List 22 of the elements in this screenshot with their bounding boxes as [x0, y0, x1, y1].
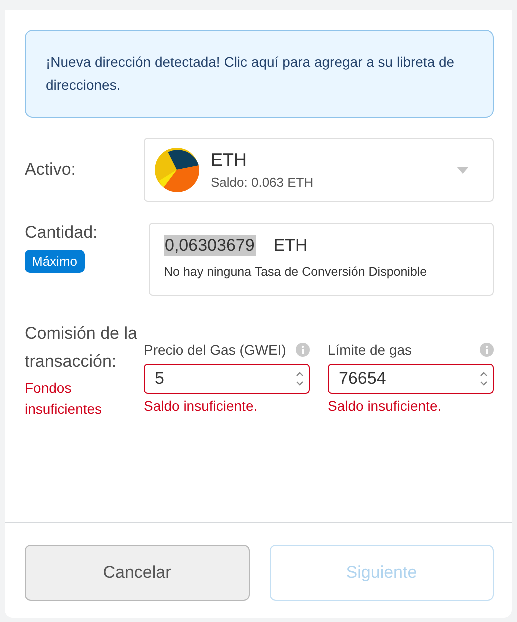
- asset-symbol: ETH: [211, 150, 248, 171]
- gas-label: Límite de gas: [328, 342, 412, 358]
- number-field[interactable]: 76654: [328, 364, 494, 394]
- caret-icon: [457, 166, 469, 174]
- number-field[interactable]: 5: [144, 364, 310, 394]
- fee-label: Comisión de la transacción:: [25, 323, 138, 373]
- error-message: Fondos insuficientes: [25, 379, 104, 419]
- cancel-button[interactable]: Cancelar: [25, 545, 250, 601]
- max-button[interactable]: Máximo: [25, 250, 85, 273]
- gas-label: Precio del Gas (GWEI): [144, 342, 286, 358]
- token-icon: [155, 148, 199, 192]
- error-message: Saldo insuficiente.: [328, 397, 443, 416]
- asset-label: Activo:: [25, 160, 78, 180]
- amount-value: 0,06303679: [164, 235, 256, 256]
- amount-unit: ETH: [274, 236, 308, 255]
- conversion-note: No hay ninguna Tasa de Conversión Disponible: [164, 265, 428, 279]
- amount-label: Cantidad:: [25, 223, 98, 243]
- new-address-notice[interactable]: ¡Nueva dirección detectada! Clic aquí para agregar a su libreta de direcciones.: [25, 30, 494, 118]
- asset-dropdown[interactable]: ETH Saldo: 0.063 ETH: [144, 138, 494, 202]
- error-message: Saldo insuficiente.: [144, 397, 259, 416]
- amount-field[interactable]: 0,06303679 ETH No hay ninguna Tasa de Conversión Disponible: [149, 223, 494, 296]
- asset-balance: Saldo: 0.063 ETH: [211, 175, 315, 190]
